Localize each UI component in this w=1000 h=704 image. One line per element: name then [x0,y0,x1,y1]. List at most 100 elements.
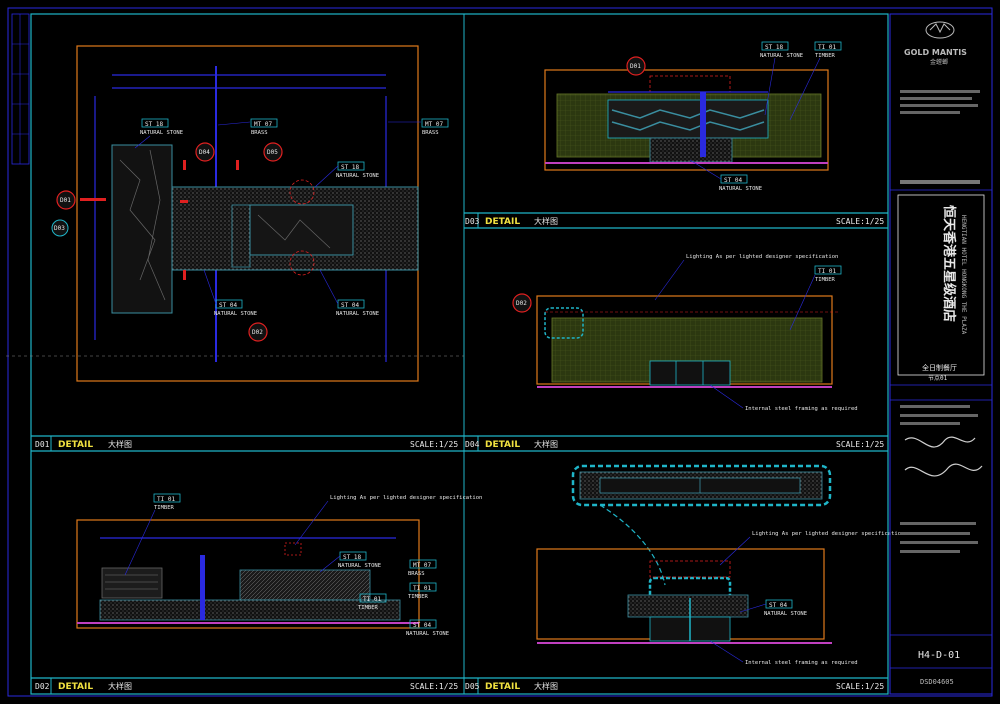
brand-logo [925,21,955,39]
detail-title-d03: DETAIL [485,217,520,227]
callout-bubble-d01-plan: D01 [56,190,76,210]
sheet-name: 节点01 [928,374,948,382]
title-block [889,13,993,695]
tag-st04-d01a: ST 04 NATURAL STONE [203,269,257,317]
elevation-d04 [536,295,840,388]
tag-st04-d05: ST 04 NATURAL STONE [739,599,807,617]
svg-text:ST 18: ST 18 [765,44,783,51]
title-bar-d01 [31,435,464,452]
note-framing-d04: Internal steel framing as required [745,406,858,412]
svg-text:ST 18: ST 18 [341,164,359,171]
tag-st04-d02: ST 04 NATURAL STONE [406,619,449,637]
note-lighting-d02: Lighting As per lighted designer specifi… [330,495,482,501]
detail-number-d01: D01 [35,440,50,449]
detail-number-d04: D04 [465,440,480,449]
svg-text:TIMBER: TIMBER [408,594,429,600]
svg-text:ST 04: ST 04 [769,602,787,609]
callout-bubble-d04-plan: D04 [195,142,215,162]
svg-text:ST 04: ST 04 [413,622,431,629]
callout-bubble-d02-plan: D02 [248,322,268,342]
detail-number-d05: D05 [465,682,480,691]
svg-text:BRASS: BRASS [408,571,425,577]
leader-framing-d04 [709,384,744,409]
svg-text:BRASS: BRASS [251,130,268,136]
svg-text:NATURAL STONE: NATURAL STONE [214,311,257,317]
note-framing-d05: Internal steel framing as required [745,660,858,666]
svg-text:TIMBER: TIMBER [154,505,175,511]
svg-text:D03: D03 [54,225,65,232]
tag-st18-d02: ST 18 NATURAL STONE [319,551,381,573]
drawing-sheet: D01 DETAIL 大样图 SCALE:1/25 D05 DETAIL 大样图… [6,7,993,697]
svg-text:NATURAL STONE: NATURAL STONE [719,186,762,192]
svg-text:ST 18: ST 18 [343,554,361,561]
tag-ti01-d02b: TI 01 TIMBER [408,582,437,600]
callout-bubble-d03-plan: D03 [51,219,69,237]
date-code: DSD04605 [920,678,954,686]
detail-title-cn-d05: 大样图 [534,681,558,691]
svg-text:NATURAL STONE: NATURAL STONE [406,631,449,637]
detail-scale-d05: SCALE:1/25 [836,682,884,691]
svg-text:D01: D01 [630,63,641,70]
svg-text:D02: D02 [516,300,527,307]
brand-name: GOLD MANTIS [904,48,967,57]
svg-text:D02: D02 [252,329,263,336]
detail-scale-d02: SCALE:1/25 [410,682,458,691]
svg-text:MT 07: MT 07 [254,121,272,128]
svg-text:TIMBER: TIMBER [815,53,836,59]
svg-text:ST 04: ST 04 [724,177,742,184]
tag-st04-d03: ST 04 NATURAL STONE [689,159,762,192]
svg-text:D05: D05 [267,149,278,156]
detail-title-cn-d03: 大样图 [534,216,558,226]
svg-text:TIMBER: TIMBER [358,605,379,611]
svg-text:D04: D04 [199,149,210,156]
callout-bubble-d02-elev: D02 [512,293,532,313]
detail-title-d02: DETAIL [58,682,93,692]
brand-name-cn: 金螳螂 [930,58,948,66]
detail-scale-d01: SCALE:1/25 [410,440,458,449]
svg-text:TI 01: TI 01 [413,585,431,592]
title-bar-d04 [464,435,888,452]
title-bar-d02 [31,677,464,694]
signature-scribble [904,436,983,477]
leader-framing-d05 [709,640,744,663]
svg-text:NATURAL STONE: NATURAL STONE [760,53,803,59]
svg-text:TIMBER: TIMBER [815,277,836,283]
svg-text:ST 04: ST 04 [219,302,237,309]
detail-title-cn-d02: 大样图 [108,681,132,691]
svg-text:TI 01: TI 01 [363,596,381,603]
plan-d01 [76,45,419,382]
svg-text:ST 18: ST 18 [145,121,163,128]
title-bar-d05 [464,677,888,694]
svg-text:MT 07: MT 07 [425,121,443,128]
plan-d05 [571,464,832,586]
detail-scale-d03: SCALE:1/25 [836,217,884,226]
svg-text:TI 01: TI 01 [818,268,836,275]
drawing-number: H4-D-01 [918,650,960,661]
svg-text:D01: D01 [60,197,71,204]
svg-text:NATURAL STONE: NATURAL STONE [336,311,379,317]
title-bar-d03 [464,212,888,229]
note-lighting-d05: Lighting As per lighted designer specifi… [752,531,904,537]
svg-text:NATURAL STONE: NATURAL STONE [336,173,379,179]
svg-text:BRASS: BRASS [422,130,439,136]
callout-bubble-d05-plan: D05 [263,142,283,162]
detail-title-cn-d01: 大样图 [108,439,132,449]
project-title-cn: 恒天香港五星级酒店 [941,205,957,322]
detail-title-cn-d04: 大样图 [534,439,558,449]
detail-title-d04: DETAIL [485,440,520,450]
tag-st04-d01b: ST 04 NATURAL STONE [319,269,379,317]
svg-text:TI 01: TI 01 [818,44,836,51]
tag-st18-d01: ST 18 NATURAL STONE [134,118,183,149]
room-name: 全日制餐厅 [922,363,957,372]
detail-scale-d04: SCALE:1/25 [836,440,884,449]
detail-number-d03: D03 [465,217,480,226]
tag-mt07-d02: MT 07 BRASS [408,559,437,577]
svg-text:ST 04: ST 04 [341,302,359,309]
svg-text:NATURAL STONE: NATURAL STONE [764,611,807,617]
svg-text:MT 07: MT 07 [413,562,431,569]
detail-title-d05: DETAIL [485,682,520,692]
tag-st18-d01b: ST 18 NATURAL STONE [314,161,379,188]
svg-text:TI 01: TI 01 [157,496,175,503]
detail-title-d01: DETAIL [58,440,93,450]
tag-ti01-d02: TI 01 TIMBER [124,493,181,576]
